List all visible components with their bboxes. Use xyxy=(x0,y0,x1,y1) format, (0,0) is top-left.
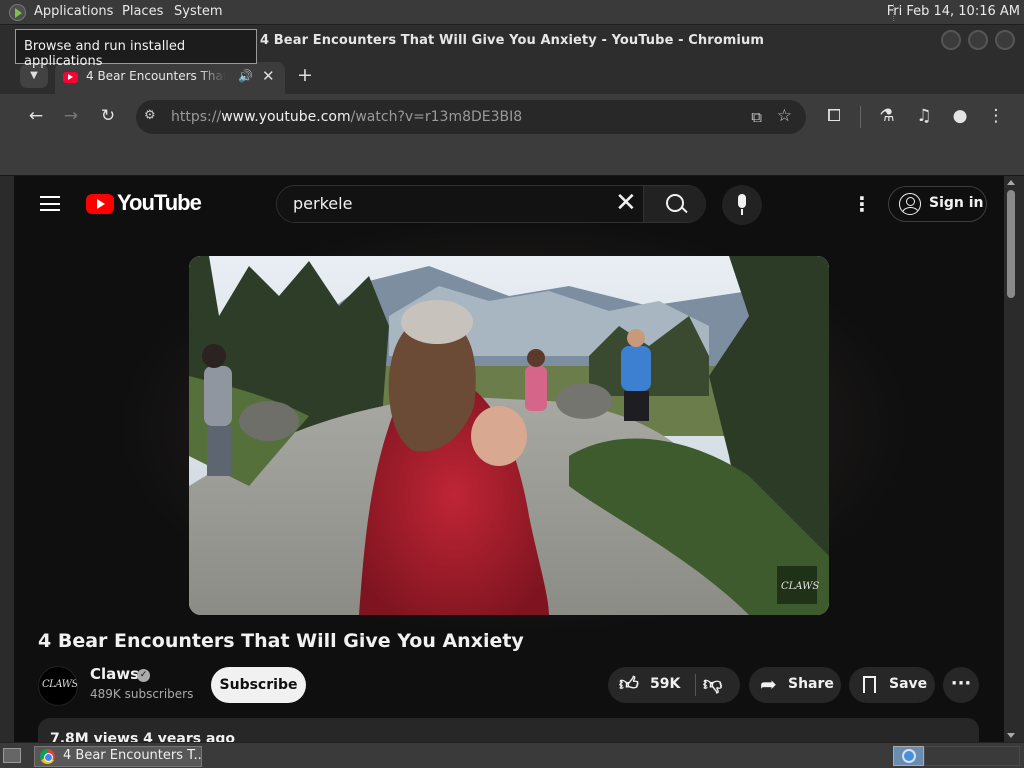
taskbar-window-title: 4 Bear Encounters T... xyxy=(63,748,202,763)
like-dislike-group: 👍︎ 59K 👎︎ xyxy=(608,667,740,703)
page-viewport: YouTube perkele ✕ ⋮ Sign in CLAWS 4 Bear… xyxy=(14,176,1004,742)
address-bar[interactable]: ⚙ https://www.youtube.com/watch?v=r13m8D… xyxy=(136,100,806,134)
voice-search-button[interactable] xyxy=(722,185,762,225)
channel-name[interactable]: Claws xyxy=(90,665,139,683)
verified-check-icon: ✓ xyxy=(137,669,150,682)
panel-clock[interactable]: Fri Feb 14, 10:16 AM xyxy=(887,4,1020,19)
thumbs-down-icon[interactable]: 👎︎ xyxy=(703,673,722,696)
microphone-icon xyxy=(738,194,746,208)
more-actions-button[interactable]: ··· xyxy=(943,667,979,703)
workspace-window-icon xyxy=(902,749,916,763)
workspace-switcher[interactable] xyxy=(893,746,924,766)
youtube-logo-text[interactable]: YouTube xyxy=(117,190,202,216)
show-desktop-icon[interactable] xyxy=(3,748,21,763)
clear-search-icon[interactable]: ✕ xyxy=(615,188,637,218)
taskbar-window-button[interactable]: 4 Bear Encounters T... xyxy=(34,746,202,767)
page-scrollbar[interactable] xyxy=(1004,176,1018,742)
sign-in-button[interactable]: Sign in xyxy=(888,186,987,222)
top-panel: Applications Places System Fri Feb 14, 1… xyxy=(0,0,1024,25)
url-text[interactable]: https://www.youtube.com/watch?v=r13m8DE3… xyxy=(171,109,522,125)
youtube-favicon-icon xyxy=(63,72,78,83)
minimize-button[interactable] xyxy=(941,30,961,50)
workspace-2[interactable] xyxy=(924,746,1020,766)
tab-close-icon[interactable]: ✕ xyxy=(262,67,275,85)
video-watermark: CLAWS xyxy=(781,581,819,592)
url-scheme: https:// xyxy=(171,109,222,125)
search-button[interactable] xyxy=(643,186,706,222)
like-count[interactable]: 59K xyxy=(650,676,680,692)
subscribe-button[interactable]: Subscribe xyxy=(211,667,306,703)
applications-menu[interactable]: Applications xyxy=(34,4,113,19)
hamburger-menu-icon[interactable] xyxy=(40,196,60,211)
chromium-icon xyxy=(40,749,55,764)
video-title: 4 Bear Encounters That Will Give You Anx… xyxy=(38,630,524,652)
applications-menu-icon[interactable] xyxy=(9,4,26,21)
speaker-icon[interactable]: 🔊 xyxy=(238,69,253,83)
account-circle-icon xyxy=(899,193,921,215)
video-frame: CLAWS xyxy=(189,256,829,615)
bookmark-icon xyxy=(863,676,876,695)
channel-avatar[interactable]: CLAWS xyxy=(38,666,78,706)
share-arrow-icon: ➦ xyxy=(760,672,777,696)
maximize-button[interactable] xyxy=(968,30,988,50)
labs-flask-icon[interactable]: ⚗ xyxy=(876,106,898,126)
share-label: Share xyxy=(788,676,834,692)
system-menu[interactable]: System xyxy=(174,4,222,19)
search-box: perkele ✕ xyxy=(276,185,706,223)
reload-icon[interactable]: ↻ xyxy=(97,106,119,126)
settings-kebab-icon[interactable]: ⋮ xyxy=(852,192,872,216)
search-input[interactable]: perkele ✕ xyxy=(277,186,643,222)
site-info-icon[interactable]: ⚙ xyxy=(144,108,156,123)
back-arrow-icon[interactable]: ← xyxy=(25,106,47,126)
media-control-icon[interactable]: ♫ xyxy=(913,106,935,126)
applications-tooltip: Browse and run installed applications xyxy=(15,29,257,69)
toolbar-separator xyxy=(860,106,861,128)
tab-title: 4 Bear Encounters That Will Give You Anx… xyxy=(86,69,226,83)
url-path: /watch?v=r13m8DE3BI8 xyxy=(350,109,523,125)
bottom-taskbar: 4 Bear Encounters T... xyxy=(0,742,1024,768)
profile-icon[interactable]: ● xyxy=(949,106,971,126)
search-input-value: perkele xyxy=(293,194,353,213)
save-button[interactable]: Save xyxy=(849,667,935,703)
chrome-menu-icon[interactable]: ⋮ xyxy=(985,106,1007,126)
extensions-puzzle-icon[interactable]: ⧠ xyxy=(823,106,845,126)
scroll-down-arrow-icon[interactable] xyxy=(1007,733,1015,738)
share-button[interactable]: ➦ Share xyxy=(749,667,841,703)
close-window-button[interactable] xyxy=(995,30,1015,50)
thumbs-up-icon[interactable]: 👍︎ xyxy=(619,673,639,696)
like-separator xyxy=(695,674,696,696)
scrollbar-thumb[interactable] xyxy=(1007,190,1015,298)
browser-toolbar: ← → ↻ ⚙ https://www.youtube.com/watch?v=… xyxy=(0,94,1024,140)
save-label: Save xyxy=(889,676,928,692)
video-player[interactable]: CLAWS xyxy=(189,256,829,615)
forward-arrow-icon[interactable]: → xyxy=(60,106,82,126)
subscriber-count: 489K subscribers xyxy=(90,687,194,701)
bookmark-bar xyxy=(0,140,1024,176)
channel-avatar-text: CLAWS xyxy=(42,679,78,690)
bookmark-star-icon[interactable]: ☆ xyxy=(777,106,792,126)
url-host: www.youtube.com xyxy=(221,109,351,125)
scroll-up-arrow-icon[interactable] xyxy=(1007,180,1015,185)
views-and-date: 7.8M views 4 years ago xyxy=(50,731,236,742)
new-tab-button[interactable]: + xyxy=(297,64,313,86)
install-app-icon[interactable]: ⧉ xyxy=(751,108,762,126)
youtube-logo-icon[interactable] xyxy=(86,194,114,214)
sign-in-label: Sign in xyxy=(929,195,984,211)
description-box[interactable]: 7.8M views 4 years ago xyxy=(38,718,979,742)
places-menu[interactable]: Places xyxy=(122,4,163,19)
